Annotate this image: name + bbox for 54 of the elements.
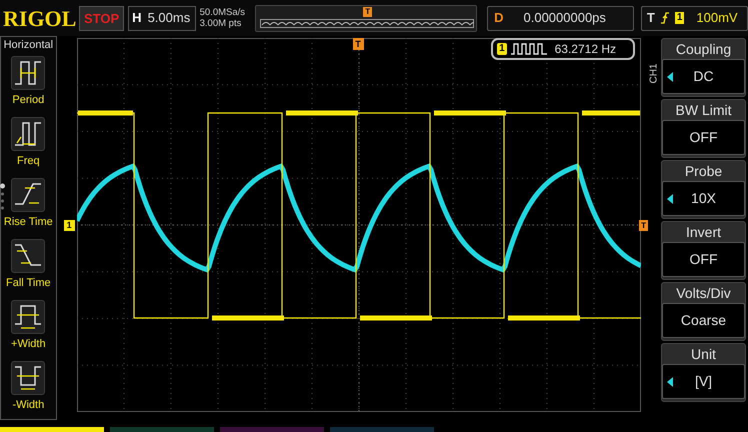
brand-logo: RIGOL xyxy=(3,4,75,32)
trigger-level: 100mV xyxy=(696,9,738,28)
timebase-value: 5.00ms xyxy=(148,9,190,28)
softkey-title: BW Limit xyxy=(676,101,732,120)
sample-rate: 50.0MSa/s xyxy=(200,7,246,18)
waveform-overview-icon xyxy=(260,18,474,28)
square-wave-icon xyxy=(510,43,547,55)
softkey-value: OFF xyxy=(690,128,718,147)
trigger-source: 1 xyxy=(674,12,684,24)
softkey-value: 10X xyxy=(691,189,716,208)
menu-softkey[interactable]: Unit [V] xyxy=(661,343,746,402)
memory-trigger-marker: T xyxy=(363,6,372,16)
trigger-position-marker: T xyxy=(352,38,364,50)
menu-softkey[interactable]: Volts/Div Coarse xyxy=(661,282,746,341)
softkey-value: OFF xyxy=(690,250,718,269)
measurement-button[interactable] xyxy=(11,300,46,334)
measurement-label: +Width xyxy=(11,337,46,352)
measurement-label: Freq xyxy=(17,154,40,169)
softkey-value: DC xyxy=(693,67,714,86)
panel-title: Horizontal xyxy=(4,38,54,52)
trigger-level-marker: T xyxy=(639,220,648,231)
channel-label: CH1 xyxy=(648,64,660,84)
measurement-button[interactable] xyxy=(11,361,46,395)
delay-box[interactable]: D 0.00000000ps xyxy=(487,6,634,30)
delay-value: 0.00000000ps xyxy=(524,9,606,28)
measurement-label: Rise Time xyxy=(4,215,53,230)
menu-softkey[interactable]: BW Limit OFF xyxy=(661,99,746,158)
softkey-title: Probe xyxy=(684,162,722,181)
softkey-title: Coupling xyxy=(676,40,732,59)
measurement-button[interactable] xyxy=(11,117,46,151)
menu-softkey[interactable]: Probe 10X xyxy=(661,160,746,219)
softkey-title: Unit xyxy=(691,345,716,364)
timebase-box[interactable]: H 5.00ms xyxy=(128,6,196,30)
frequency-value: 63.2712 Hz xyxy=(554,41,616,58)
memory-depth: 3.00M pts xyxy=(200,18,242,29)
channel-offset-marker: 1 xyxy=(64,220,75,231)
softkey-title: Volts/Div xyxy=(676,284,731,303)
softkey-value: [V] xyxy=(694,372,712,391)
measurement-button[interactable] xyxy=(11,239,46,273)
delay-label: D xyxy=(494,9,504,28)
measurement-button[interactable] xyxy=(11,178,46,212)
trigger-label: T xyxy=(646,9,655,28)
rising-edge-icon xyxy=(660,12,669,24)
softkey-title: Invert xyxy=(686,223,721,242)
measurement-label: Period xyxy=(12,93,44,108)
menu-softkey[interactable]: Invert OFF xyxy=(661,221,746,280)
channel-badge: 1 xyxy=(497,43,507,55)
measurement-label: Fall Time xyxy=(6,276,51,291)
softkey-value: Coarse xyxy=(680,311,726,330)
measurement-label: -Width xyxy=(12,398,44,413)
menu-softkey[interactable]: Coupling DC xyxy=(661,38,746,97)
trigger-box[interactable]: T 1 100mV xyxy=(640,6,748,30)
measurement-button[interactable] xyxy=(11,56,46,90)
timebase-label: H xyxy=(132,9,142,28)
